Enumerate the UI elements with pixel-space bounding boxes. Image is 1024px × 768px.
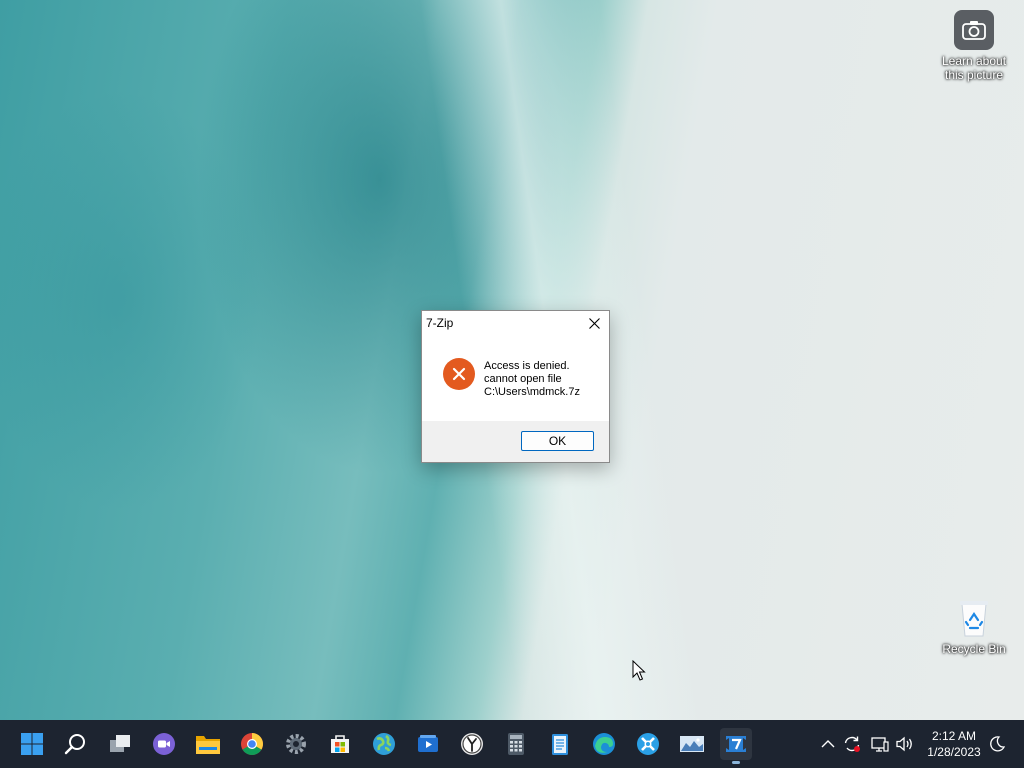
7zip-icon — [726, 736, 746, 752]
message-line: cannot open file — [484, 373, 562, 385]
taskbar: 2:12 AM 1/28/2023 — [0, 720, 1024, 768]
chevron-up-icon — [821, 740, 835, 748]
sync-tray-button[interactable] — [842, 734, 862, 754]
gear-icon — [286, 734, 306, 754]
clock-date: 1/28/2023 — [927, 745, 981, 759]
error-icon — [443, 358, 475, 390]
search-icon — [64, 734, 85, 755]
chat-button[interactable] — [148, 728, 180, 760]
desktop-icon-learn-about-picture[interactable]: Learn about this picture — [936, 10, 1012, 82]
task-view-button[interactable] — [104, 728, 136, 760]
camera-icon — [954, 10, 994, 50]
store-button[interactable] — [324, 728, 356, 760]
sync-icon — [844, 736, 860, 752]
dialog-body: Access is denied. cannot open file C:\Us… — [422, 335, 609, 421]
ok-button[interactable]: OK — [521, 431, 594, 451]
dialog-close-button[interactable] — [579, 311, 609, 335]
close-icon — [588, 317, 600, 329]
chrome-icon — [241, 733, 263, 755]
message-line: Access is denied. — [484, 360, 570, 372]
task-view-icon — [110, 735, 130, 752]
desktop-icon-recycle-bin[interactable]: Recycle Bin — [936, 598, 1012, 656]
folder-icon — [196, 736, 220, 754]
focus-assist-button[interactable] — [987, 734, 1007, 754]
media-icon — [418, 735, 438, 752]
mouse-cursor — [632, 660, 646, 681]
taskbar-clock[interactable]: 2:12 AM 1/28/2023 — [918, 728, 990, 760]
network-tray-button[interactable] — [870, 734, 890, 754]
7zip-taskbar-button[interactable] — [720, 728, 752, 764]
chat-camera-icon — [153, 733, 175, 755]
clock-time: 2:12 AM — [931, 729, 977, 743]
windows-start-icon — [21, 733, 43, 755]
app-button[interactable] — [632, 728, 664, 760]
store-icon — [331, 735, 349, 753]
start-button[interactable] — [16, 728, 48, 760]
maps-button[interactable] — [368, 728, 400, 760]
moon-icon — [990, 736, 1006, 752]
error-dialog: 7-Zip Access is denied. cannot open file… — [421, 310, 610, 463]
globe-icon — [373, 733, 395, 755]
calculator-icon — [508, 733, 524, 755]
photos-icon — [680, 736, 704, 752]
clock-app-button[interactable] — [456, 728, 488, 760]
show-hidden-icons-button[interactable] — [818, 734, 838, 754]
dialog-message: Access is denied. cannot open file C:\Us… — [484, 360, 604, 399]
settings-button[interactable] — [280, 728, 312, 760]
desktop-icon-label: Learn about this picture — [941, 54, 1007, 82]
compass-icon — [637, 733, 659, 755]
search-button[interactable] — [60, 728, 92, 760]
media-player-button[interactable] — [412, 728, 444, 760]
recycle-bin-icon — [954, 598, 994, 638]
notepad-icon — [552, 734, 568, 755]
edge-button[interactable] — [588, 728, 620, 760]
volume-tray-button[interactable] — [894, 734, 914, 754]
message-line: C:\Users\mdmck.7z — [484, 386, 580, 398]
dialog-footer: OK — [422, 421, 609, 462]
network-icon — [871, 737, 889, 752]
clock-icon — [461, 733, 483, 755]
desktop-icon-label: Recycle Bin — [942, 642, 1006, 656]
file-explorer-button[interactable] — [192, 728, 224, 760]
photos-button[interactable] — [676, 728, 708, 760]
volume-icon — [896, 736, 912, 752]
notepad-button[interactable] — [544, 728, 576, 760]
chrome-button[interactable] — [236, 728, 268, 760]
calculator-button[interactable] — [500, 728, 532, 760]
edge-icon — [593, 733, 615, 755]
